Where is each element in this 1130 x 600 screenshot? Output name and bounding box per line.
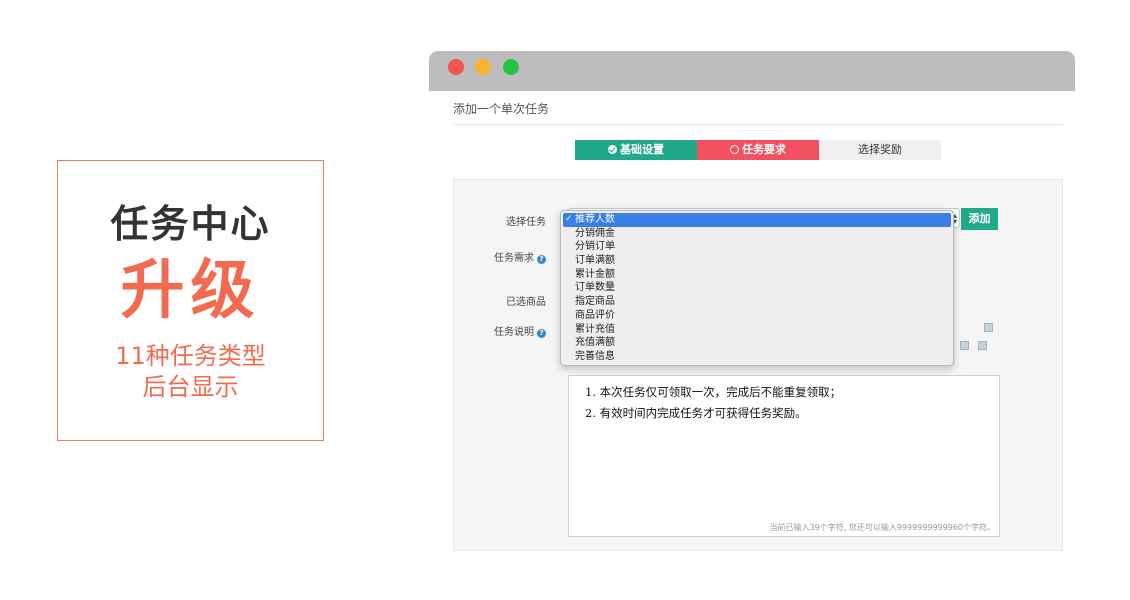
- close-window-button[interactable]: [448, 59, 464, 75]
- form-panel: 选择任务 任务需求? 已选商品 任务说明? ▴ ▾ 添加 1. 本次任务仅可领取一…: [453, 179, 1063, 551]
- promo-card: 任务中心 升级 11种任务类型 后台显示: [57, 160, 324, 441]
- task-requirement-label: 任务需求?: [462, 249, 546, 264]
- dropdown-option[interactable]: 完善信息: [563, 350, 951, 364]
- selected-goods-label: 已选商品: [506, 297, 546, 308]
- window-titlebar: [429, 51, 1075, 91]
- task-description-editor[interactable]: 1. 本次任务仅可领取一次，完成后不能重复领取； 2. 有效时间内完成任务才可获…: [568, 375, 1000, 537]
- dropdown-option[interactable]: 分销佣金: [563, 227, 951, 241]
- dropdown-option[interactable]: 指定商品: [563, 295, 951, 309]
- check-circle-icon: [608, 145, 617, 154]
- description-content: 1. 本次任务仅可领取一次，完成后不能重复领取； 2. 有效时间内完成任务才可获…: [569, 376, 999, 424]
- table-icon[interactable]: [978, 341, 987, 350]
- editor-toolbar-right: [960, 323, 1000, 353]
- question-circle-icon[interactable]: ?: [537, 329, 546, 338]
- dropdown-option[interactable]: 推荐人数: [563, 213, 951, 227]
- step-label: 选择奖励: [858, 143, 902, 156]
- add-task-button[interactable]: 添加: [961, 208, 998, 230]
- description-line: 2. 有效时间内完成任务才可获得任务奖励。: [585, 406, 807, 420]
- dropdown-option[interactable]: 累计充值: [563, 323, 951, 337]
- step-label: 基础设置: [620, 143, 664, 156]
- task-description-label: 任务说明?: [462, 323, 546, 338]
- page-title: 添加一个单次任务: [453, 102, 550, 116]
- dropdown-option[interactable]: 订单数量: [563, 281, 951, 295]
- step-select-reward[interactable]: 选择奖励: [819, 140, 941, 160]
- dropdown-option[interactable]: 充值满额: [563, 336, 951, 350]
- preview-icon[interactable]: [984, 323, 993, 332]
- step-label: 任务要求: [742, 143, 786, 156]
- circle-outline-icon: [730, 145, 739, 154]
- minimize-window-button[interactable]: [475, 59, 491, 75]
- char-counter: 当前已输入39个字符, 您还可以输入9999999999960个字符。: [769, 523, 995, 532]
- promo-line-1: 11种任务类型: [115, 342, 266, 370]
- step-basic-settings[interactable]: 基础设置: [575, 140, 697, 160]
- maximize-window-button[interactable]: [503, 59, 519, 75]
- task-type-dropdown: 推荐人数 分销佣金 分销订单 订单满额 累计金额 订单数量 指定商品 商品评价 …: [560, 210, 954, 366]
- step-task-requirements[interactable]: 任务要求: [697, 140, 819, 160]
- promo-line-2: 后台显示: [142, 373, 239, 401]
- step-progress: 基础设置 任务要求 选择奖励: [575, 140, 941, 160]
- title-divider: [453, 124, 1063, 125]
- promo-highlight: 升级: [120, 254, 261, 328]
- select-task-label: 选择任务: [506, 217, 546, 228]
- description-line: 1. 本次任务仅可领取一次，完成后不能重复领取；: [585, 385, 842, 399]
- dropdown-option[interactable]: 商品评价: [563, 309, 951, 323]
- image-icon[interactable]: [960, 341, 969, 350]
- dropdown-option[interactable]: 分销订单: [563, 240, 951, 254]
- app-window: 添加一个单次任务 基础设置 任务要求 选择奖励 选择任务 任务需求? 已选商品 …: [429, 51, 1075, 551]
- dropdown-option[interactable]: 累计金额: [563, 268, 951, 282]
- promo-subtitle: 11种任务类型 后台显示: [58, 341, 323, 403]
- dropdown-option[interactable]: 订单满额: [563, 254, 951, 268]
- question-circle-icon[interactable]: ?: [537, 255, 546, 264]
